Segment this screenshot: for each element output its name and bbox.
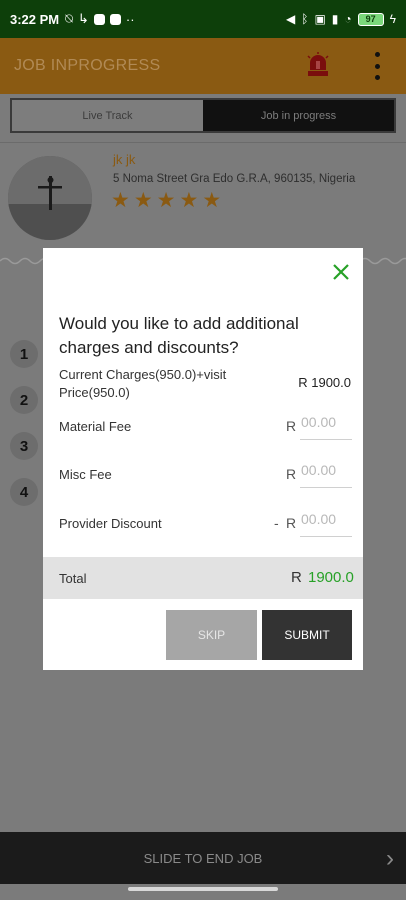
currency-symbol: R	[286, 418, 297, 434]
current-charges-label: Current Charges(950.0)+visit Price(950.0…	[59, 367, 227, 400]
avatar	[8, 156, 92, 240]
total-value: 1900.0	[308, 569, 354, 586]
misc-fee-label: Misc Fee	[59, 467, 112, 482]
sim-icon: ▣	[314, 12, 326, 26]
more-notifications-icon: ··	[125, 11, 135, 27]
call-icon: ↳	[77, 11, 89, 26]
provider-name: jk jk	[113, 152, 136, 167]
close-icon[interactable]	[332, 263, 350, 281]
step-number: 3	[10, 432, 38, 460]
slide-label: SLIDE TO END JOB	[143, 850, 263, 866]
signal-icon: ▮	[331, 12, 339, 26]
step-number: 2	[10, 386, 38, 414]
currency-symbol: R	[291, 569, 302, 586]
more-options-icon[interactable]	[372, 52, 382, 80]
charges-dialog: Would you like to add additional charges…	[43, 248, 363, 670]
tab-job-in-progress[interactable]: Job in progress	[203, 100, 394, 131]
current-charges-row: Current Charges(950.0)+visit Price(950.0…	[59, 366, 351, 406]
siren-icon[interactable]	[306, 52, 330, 78]
provider-discount-label: Provider Discount	[59, 516, 162, 531]
charging-icon: ϟ	[389, 12, 396, 26]
rating-stars: ★ ★ ★ ★ ★	[111, 188, 221, 213]
currency-symbol: R	[286, 515, 297, 531]
misc-fee-row: Misc Fee R 00.00	[59, 458, 352, 490]
step-number: 4	[10, 478, 38, 506]
star-icon: ★	[111, 189, 130, 212]
dialog-question: Would you like to add additional charges…	[59, 314, 299, 357]
material-fee-row: Material Fee R 00.00	[59, 410, 352, 442]
app-notification-icon	[93, 13, 105, 25]
chevron-right-icon[interactable]: ›	[386, 845, 394, 873]
star-icon: ★	[202, 189, 222, 212]
skip-button[interactable]: SKIP	[166, 610, 257, 660]
provider-address: 5 Noma Street Gra Edo G.R.A, 960135, Nig…	[113, 173, 356, 185]
star-icon: ★	[179, 189, 199, 212]
battery-icon: 97	[357, 12, 384, 26]
notification-icons: ⍉ ↳ ··	[65, 11, 134, 27]
gesture-nav-bar[interactable]	[128, 887, 278, 891]
slide-to-end-job[interactable]: SLIDE TO END JOB ›	[0, 832, 406, 884]
location-icon: ◀	[286, 12, 296, 26]
total-label: Total	[59, 571, 87, 586]
star-icon: ★	[156, 189, 176, 212]
avatar-photo	[8, 156, 92, 240]
misc-fee-input[interactable]: 00.00	[300, 458, 352, 488]
step-number: 1	[10, 340, 38, 368]
current-charges-value: R 1900.0	[298, 375, 351, 390]
tab-live-track[interactable]: Live Track	[12, 100, 203, 131]
divider	[0, 142, 406, 143]
wifi-icon: ◔	[344, 12, 352, 26]
star-icon: ★	[133, 189, 153, 212]
tab-bar: Live Track Job in progress	[10, 98, 396, 133]
material-fee-label: Material Fee	[59, 419, 132, 434]
app-bar: JOB INPROGRESS	[0, 38, 406, 94]
currency-symbol: R	[286, 466, 297, 482]
app-notification-icon	[109, 13, 121, 25]
bluetooth-icon: ᛒ	[301, 12, 309, 26]
provider-discount-input[interactable]: 00.00	[300, 507, 352, 537]
page-title: JOB INPROGRESS	[14, 57, 161, 74]
status-time: 3:22 PM	[10, 11, 60, 27]
status-bar: 3:22 PM ⍉ ↳ ·· ◀ ᛒ ▣ ▮ ◔ 97 ϟ	[0, 0, 406, 38]
mute-alarm-icon: ⍉	[65, 11, 73, 26]
submit-button[interactable]: SUBMIT	[262, 610, 352, 660]
material-fee-input[interactable]: 00.00	[300, 410, 352, 440]
discount-minus-sign: -	[274, 515, 279, 531]
total-row: Total R 1900.0	[43, 557, 363, 599]
provider-discount-row: Provider Discount - R 00.00	[59, 507, 352, 539]
system-icons: ◀ ᛒ ▣ ▮ ◔ 97 ϟ	[286, 12, 396, 26]
